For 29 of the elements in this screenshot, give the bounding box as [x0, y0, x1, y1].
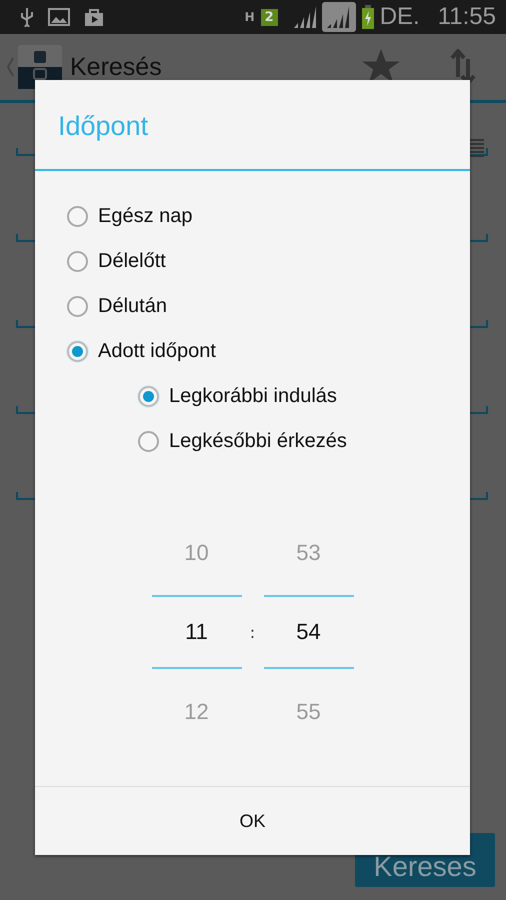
- am-pm-label: DE.: [380, 3, 420, 31]
- hour-value: 11: [152, 595, 242, 669]
- screen-title: Keresés: [70, 52, 162, 82]
- radio-option[interactable]: Adott időpont: [67, 329, 470, 374]
- minute-value: 54: [264, 595, 354, 669]
- radio-button[interactable]: [138, 386, 159, 407]
- battery-icon: [362, 5, 374, 29]
- radio-option[interactable]: Legkorábbi indulás: [67, 374, 470, 419]
- ok-button[interactable]: OK: [35, 786, 470, 855]
- list-icon[interactable]: [470, 138, 484, 158]
- dialog-title: Időpont: [57, 110, 150, 143]
- image-icon: [48, 8, 70, 26]
- time-separator: :: [248, 622, 256, 642]
- shopping-bag-icon: [84, 7, 104, 27]
- radio-button[interactable]: [67, 296, 88, 317]
- radio-option[interactable]: Délután: [67, 284, 470, 329]
- sim-badge: 2: [260, 8, 278, 26]
- network-type: H: [244, 10, 255, 24]
- radio-button[interactable]: [67, 206, 88, 227]
- usb-icon: [20, 7, 34, 27]
- signal-icon: [292, 6, 316, 28]
- swap-arrows-icon[interactable]: [450, 49, 476, 85]
- radio-option[interactable]: Délelőtt: [67, 239, 470, 284]
- radio-button[interactable]: [67, 251, 88, 272]
- radio-option[interactable]: Legkésőbbi érkezés: [67, 419, 470, 464]
- clock-time: 11:55: [438, 3, 496, 31]
- radio-option[interactable]: Egész nap: [67, 194, 470, 239]
- radio-button[interactable]: [138, 431, 159, 452]
- radio-button[interactable]: [67, 341, 88, 362]
